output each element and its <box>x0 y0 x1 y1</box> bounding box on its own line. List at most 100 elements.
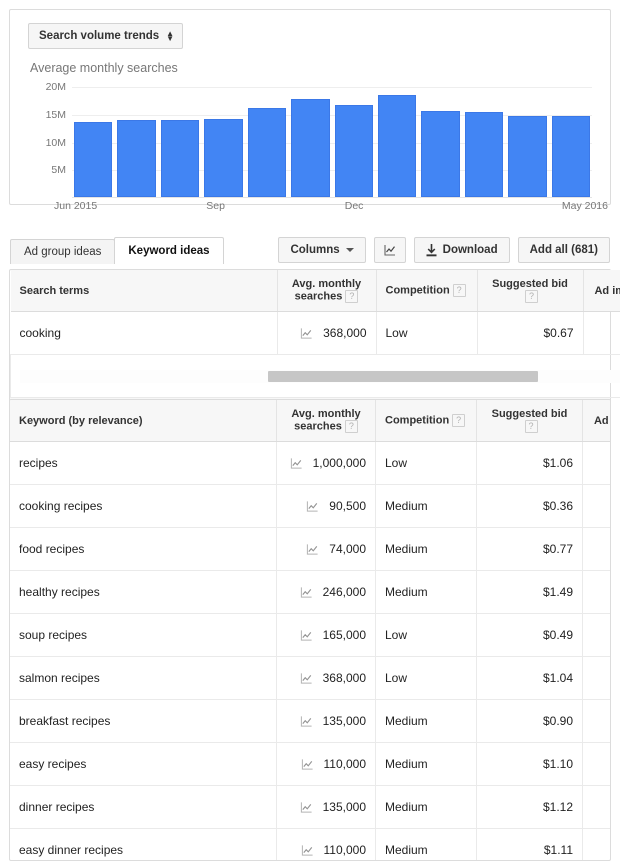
chart-bar[interactable] <box>74 122 112 197</box>
trend-chart-icon[interactable] <box>300 586 313 599</box>
chart-bar[interactable] <box>204 119 242 197</box>
cell-keyword: dinner recipes <box>10 786 277 829</box>
cell-ad-impr <box>583 571 612 614</box>
metric-select-label: Search volume trends <box>39 30 159 42</box>
cell-competition: Medium <box>376 786 477 829</box>
table-row[interactable]: cooking368,000Low$0.67» <box>11 312 620 355</box>
metric-select-dropdown[interactable]: Search volume trends ▲▼ <box>28 23 183 49</box>
avg-monthly-searches-value: 368,000 <box>323 326 366 340</box>
table-row[interactable]: food recipes74,000Medium$0.77» <box>10 528 611 571</box>
chart-bar[interactable] <box>248 108 286 197</box>
table-row[interactable]: easy recipes110,000Medium$1.10» <box>10 743 611 786</box>
trend-chart-icon[interactable] <box>301 844 314 857</box>
trend-chart-icon[interactable] <box>306 543 319 556</box>
chart-bar[interactable] <box>291 99 329 197</box>
table-row[interactable]: dinner recipes135,000Medium$1.12» <box>10 786 611 829</box>
trend-chart-icon[interactable] <box>300 629 313 642</box>
tab-label: Ad group ideas <box>24 246 101 258</box>
chart-view-button[interactable] <box>374 237 406 263</box>
horizontal-scrollbar-track[interactable] <box>20 370 620 383</box>
chart-bar[interactable] <box>465 112 503 197</box>
help-icon[interactable]: ? <box>453 284 466 297</box>
cell-avg-monthly-searches: 368,000 <box>277 312 376 355</box>
cell-competition: Medium <box>376 528 477 571</box>
help-icon[interactable]: ? <box>345 290 358 303</box>
add-all-button[interactable]: Add all (681) <box>518 237 610 263</box>
cell-avg-monthly-searches: 110,000 <box>277 829 376 861</box>
chart-baseline-axis <box>72 197 592 198</box>
chart-bar[interactable] <box>335 105 373 197</box>
cell-competition: Medium <box>376 485 477 528</box>
cell-suggested-bid: $1.06 <box>477 442 583 485</box>
chart-bar[interactable] <box>508 116 546 197</box>
cell-avg-monthly-searches: 1,000,000 <box>277 442 376 485</box>
download-button[interactable]: Download <box>414 237 510 263</box>
table-row[interactable]: breakfast recipes135,000Medium$0.90» <box>10 700 611 743</box>
avg-monthly-searches-value: 135,000 <box>323 800 366 814</box>
header-competition-label: Competition <box>386 284 450 296</box>
avg-monthly-searches-value: 246,000 <box>323 585 366 599</box>
cell-competition: Low <box>376 442 477 485</box>
cell-suggested-bid: $1.10 <box>477 743 583 786</box>
header-avg-monthly-searches-line2: searches <box>295 290 343 302</box>
table-row[interactable]: salmon recipes368,000Low$1.04» <box>10 657 611 700</box>
header-competition[interactable]: Competition? <box>376 270 477 312</box>
cell-ad-impr <box>583 485 612 528</box>
table-row[interactable]: soup recipes165,000Low$0.49» <box>10 614 611 657</box>
cell-competition: Medium <box>376 700 477 743</box>
tabs-and-toolbar: Ad group ideas Keyword ideas Columns Down… <box>0 238 620 264</box>
cell-suggested-bid: $1.11 <box>477 829 583 861</box>
cell-avg-monthly-searches: 90,500 <box>277 485 376 528</box>
chart-bar[interactable] <box>161 120 199 197</box>
avg-monthly-searches-value: 110,000 <box>324 843 367 857</box>
avg-monthly-searches-value: 90,500 <box>329 499 366 513</box>
search-terms-table: Search terms Avg. monthly searches? Comp… <box>10 270 620 398</box>
trend-chart-icon[interactable] <box>306 500 319 513</box>
cell-avg-monthly-searches: 368,000 <box>277 657 376 700</box>
x-axis-tick-label: Sep <box>206 200 225 212</box>
header-competition[interactable]: Competition? <box>376 400 477 442</box>
tab-keyword-ideas[interactable]: Keyword ideas <box>114 237 223 264</box>
trend-chart-icon[interactable] <box>300 715 313 728</box>
y-axis-tick-label: 5M <box>30 164 66 176</box>
header-avg-monthly-searches[interactable]: Avg. monthly searches? <box>277 400 376 442</box>
header-avg-monthly-searches[interactable]: Avg. monthly searches? <box>277 270 376 312</box>
trend-chart-icon[interactable] <box>300 801 313 814</box>
trend-chart-icon[interactable] <box>290 457 303 470</box>
chart-bar[interactable] <box>421 111 459 198</box>
table-row[interactable]: cooking recipes90,500Medium$0.36» <box>10 485 611 528</box>
table-row[interactable]: recipes1,000,000Low$1.06» <box>10 442 611 485</box>
cell-keyword: breakfast recipes <box>10 700 277 743</box>
trend-chart-icon[interactable] <box>301 758 314 771</box>
header-keyword-by-relevance[interactable]: Keyword (by relevance) <box>10 400 277 442</box>
trend-chart-icon[interactable] <box>300 672 313 685</box>
header-suggested-bid[interactable]: Suggested bid? <box>477 270 583 312</box>
table-header-row: Keyword (by relevance) Avg. monthly sear… <box>10 400 611 442</box>
avg-monthly-searches-value: 74,000 <box>329 542 366 556</box>
cell-ad-impr <box>583 614 612 657</box>
chart-bar[interactable] <box>117 120 155 197</box>
cell-ad-impr <box>583 829 612 861</box>
chart-bar[interactable] <box>378 95 416 197</box>
header-ad-impr[interactable]: Ad impr. <box>583 400 612 442</box>
tab-ad-group-ideas[interactable]: Ad group ideas <box>10 239 115 264</box>
help-icon[interactable]: ? <box>525 290 538 303</box>
table-row[interactable]: easy dinner recipes110,000Medium$1.11» <box>10 829 611 861</box>
help-icon[interactable]: ? <box>345 420 358 433</box>
table-row[interactable]: healthy recipes246,000Medium$1.49» <box>10 571 611 614</box>
cell-ad-impr <box>583 700 612 743</box>
header-avg-monthly-searches-line1: Avg. monthly <box>291 408 360 420</box>
cell-suggested-bid: $1.12 <box>477 786 583 829</box>
help-icon[interactable]: ? <box>525 420 538 433</box>
columns-button[interactable]: Columns <box>278 237 365 263</box>
header-suggested-bid[interactable]: Suggested bid? <box>477 400 583 442</box>
cell-avg-monthly-searches: 165,000 <box>277 614 376 657</box>
header-avg-monthly-searches-line1: Avg. monthly <box>292 278 361 290</box>
horizontal-scrollbar-thumb[interactable] <box>268 371 538 382</box>
cell-ad-impr <box>583 312 620 355</box>
help-icon[interactable]: ? <box>452 414 465 427</box>
trend-chart-icon[interactable] <box>300 327 313 340</box>
header-ad-impr[interactable]: Ad impr. <box>583 270 620 312</box>
chart-bar[interactable] <box>552 116 590 197</box>
header-search-terms[interactable]: Search terms <box>11 270 278 312</box>
